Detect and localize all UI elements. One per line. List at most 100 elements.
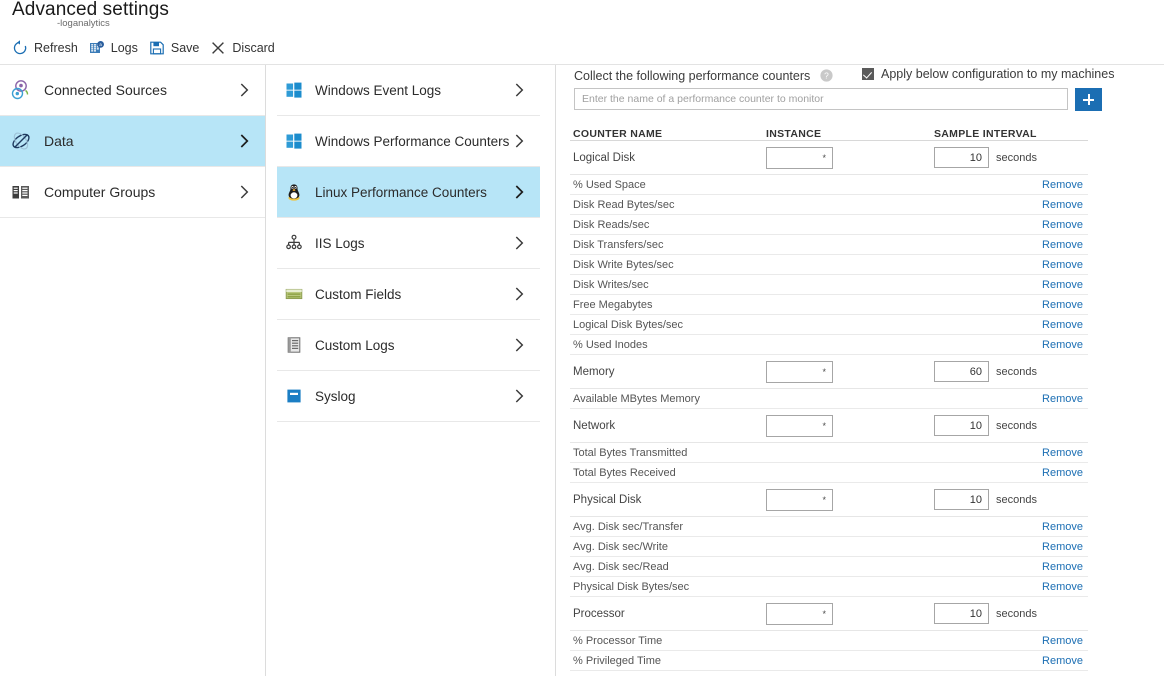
datasource-item-custom-logs[interactable]: Custom Logs <box>277 320 540 371</box>
remove-counter-link[interactable]: Remove <box>1042 635 1088 647</box>
counter-name-input[interactable] <box>574 88 1068 110</box>
chevron-right-icon <box>515 389 524 403</box>
remove-counter-link[interactable]: Remove <box>1042 339 1088 351</box>
chevron-right-icon <box>515 185 524 199</box>
discard-label: Discard <box>232 40 275 55</box>
sample-interval-input[interactable] <box>934 415 989 436</box>
counter-row: Disk Writes/sec Remove <box>570 275 1088 295</box>
counter-row: % Privileged Time Remove <box>570 651 1088 671</box>
sample-interval-input[interactable] <box>934 361 989 382</box>
counter-name: Total Bytes Transmitted <box>573 446 688 459</box>
sample-interval-cell: seconds <box>934 489 1088 510</box>
page-header: Advanced settings -loganalytics <box>0 0 1164 31</box>
counter-row: % Used Inodes Remove <box>570 335 1088 355</box>
counter-name: Disk Writes/sec <box>573 278 649 291</box>
counter-group-row: Network * seconds <box>570 409 1088 443</box>
remove-counter-link[interactable]: Remove <box>1042 319 1088 331</box>
instance-select[interactable]: * <box>766 602 833 625</box>
help-icon[interactable]: ? <box>820 69 833 82</box>
counter-row: Total Bytes Received Remove <box>570 463 1088 483</box>
windows-logo-icon <box>285 132 303 150</box>
instance-select[interactable]: * <box>766 488 833 511</box>
instance-cell: * <box>766 602 934 625</box>
counter-name: % Privileged Time <box>573 654 662 667</box>
save-button[interactable]: Save <box>147 35 209 61</box>
collect-header-row: Collect the following performance counte… <box>574 67 1134 89</box>
chevron-right-icon <box>515 338 524 352</box>
datasource-item-label: Custom Fields <box>315 286 402 302</box>
counter-row: Disk Transfers/sec Remove <box>570 235 1088 255</box>
sidebar-item-connected-sources[interactable]: Connected Sources <box>0 65 265 116</box>
remove-counter-link[interactable]: Remove <box>1042 541 1088 553</box>
remove-counter-link[interactable]: Remove <box>1042 219 1088 231</box>
remove-counter-link[interactable]: Remove <box>1042 179 1088 191</box>
datasource-item-custom-fields[interactable]: Custom Fields <box>277 269 540 320</box>
counter-name: Disk Write Bytes/sec <box>573 258 674 271</box>
instance-select[interactable]: * <box>766 360 833 383</box>
sample-interval-input[interactable] <box>934 489 989 510</box>
remove-counter-link[interactable]: Remove <box>1042 581 1088 593</box>
chevron-right-icon <box>515 134 524 148</box>
counter-name: Avg. Disk sec/Write <box>573 540 668 553</box>
remove-counter-link[interactable]: Remove <box>1042 279 1088 291</box>
column-header-counter-name: COUNTER NAME <box>573 128 663 140</box>
chevron-right-icon <box>240 134 249 148</box>
counter-row: Disk Write Bytes/sec Remove <box>570 255 1088 275</box>
instance-select[interactable]: * <box>766 414 833 437</box>
counter-name: Disk Read Bytes/sec <box>573 198 675 211</box>
remove-counter-link[interactable]: Remove <box>1042 447 1088 459</box>
remove-counter-link[interactable]: Remove <box>1042 521 1088 533</box>
add-counter-button[interactable] <box>1075 88 1102 111</box>
sample-interval-cell: seconds <box>934 603 1088 624</box>
instance-select[interactable]: * <box>766 146 833 169</box>
remove-counter-link[interactable]: Remove <box>1042 299 1088 311</box>
data-icon <box>10 130 32 152</box>
counter-name: Physical Disk Bytes/sec <box>573 580 690 593</box>
sample-interval-input[interactable] <box>934 147 989 168</box>
datasource-item-windows-performance-counters[interactable]: Windows Performance Counters <box>277 116 540 167</box>
datasource-item-label: IIS Logs <box>315 235 365 251</box>
seconds-unit-label: seconds <box>996 419 1037 432</box>
datasource-list: Windows Event Logs Windows Performance C… <box>277 65 556 676</box>
collect-label: Collect the following performance counte… <box>574 69 811 83</box>
datasource-item-syslog[interactable]: Syslog <box>277 371 540 422</box>
counter-name: Available MBytes Memory <box>573 392 700 405</box>
remove-counter-link[interactable]: Remove <box>1042 655 1088 667</box>
datasource-item-iis-logs[interactable]: IIS Logs <box>277 218 540 269</box>
remove-counter-link[interactable]: Remove <box>1042 239 1088 251</box>
apply-configuration-checkbox[interactable]: Apply below configuration to my machines <box>862 67 1114 81</box>
hierarchy-icon <box>285 234 303 252</box>
refresh-icon <box>12 39 28 56</box>
column-header-instance: INSTANCE <box>766 128 822 140</box>
sample-interval-cell: seconds <box>934 361 1088 382</box>
remove-counter-link[interactable]: Remove <box>1042 259 1088 271</box>
counter-row: Available MBytes Memory Remove <box>570 389 1088 409</box>
discard-button[interactable]: Discard <box>208 35 283 61</box>
counter-group-name: Processor <box>573 607 625 620</box>
refresh-button[interactable]: Refresh <box>10 35 87 61</box>
datasource-item-windows-event-logs[interactable]: Windows Event Logs <box>277 65 540 116</box>
datasource-item-label: Windows Performance Counters <box>315 133 510 149</box>
workspace-subtitle: -loganalytics <box>57 18 110 29</box>
logs-button[interactable]: a Logs <box>87 35 147 61</box>
datasource-item-linux-performance-counters[interactable]: Linux Performance Counters <box>277 167 540 218</box>
sidebar-item-computer-groups[interactable]: Computer Groups <box>0 167 265 218</box>
sidebar-item-data[interactable]: Data <box>0 116 265 167</box>
counter-group-row: Logical Disk * seconds <box>570 141 1088 175</box>
counter-name: Disk Reads/sec <box>573 218 650 231</box>
remove-counter-link[interactable]: Remove <box>1042 561 1088 573</box>
sample-interval-input[interactable] <box>934 603 989 624</box>
sample-interval-cell: seconds <box>934 147 1088 168</box>
counter-group-name: Physical Disk <box>573 493 642 506</box>
remove-counter-link[interactable]: Remove <box>1042 199 1088 211</box>
remove-counter-link[interactable]: Remove <box>1042 467 1088 479</box>
apply-configuration-label: Apply below configuration to my machines <box>881 67 1115 81</box>
toolbar: Refresh a Logs Save Discard <box>0 31 1164 65</box>
counter-row: Total Bytes Transmitted Remove <box>570 443 1088 463</box>
datasource-item-label: Windows Event Logs <box>315 82 442 98</box>
counter-row: Avg. Disk sec/Transfer Remove <box>570 517 1088 537</box>
remove-counter-link[interactable]: Remove <box>1042 393 1088 405</box>
sidebar: Connected Sources Data Computer Groups <box>0 65 266 676</box>
counter-name: % Used Space <box>573 178 646 191</box>
chevron-right-icon <box>240 185 249 199</box>
